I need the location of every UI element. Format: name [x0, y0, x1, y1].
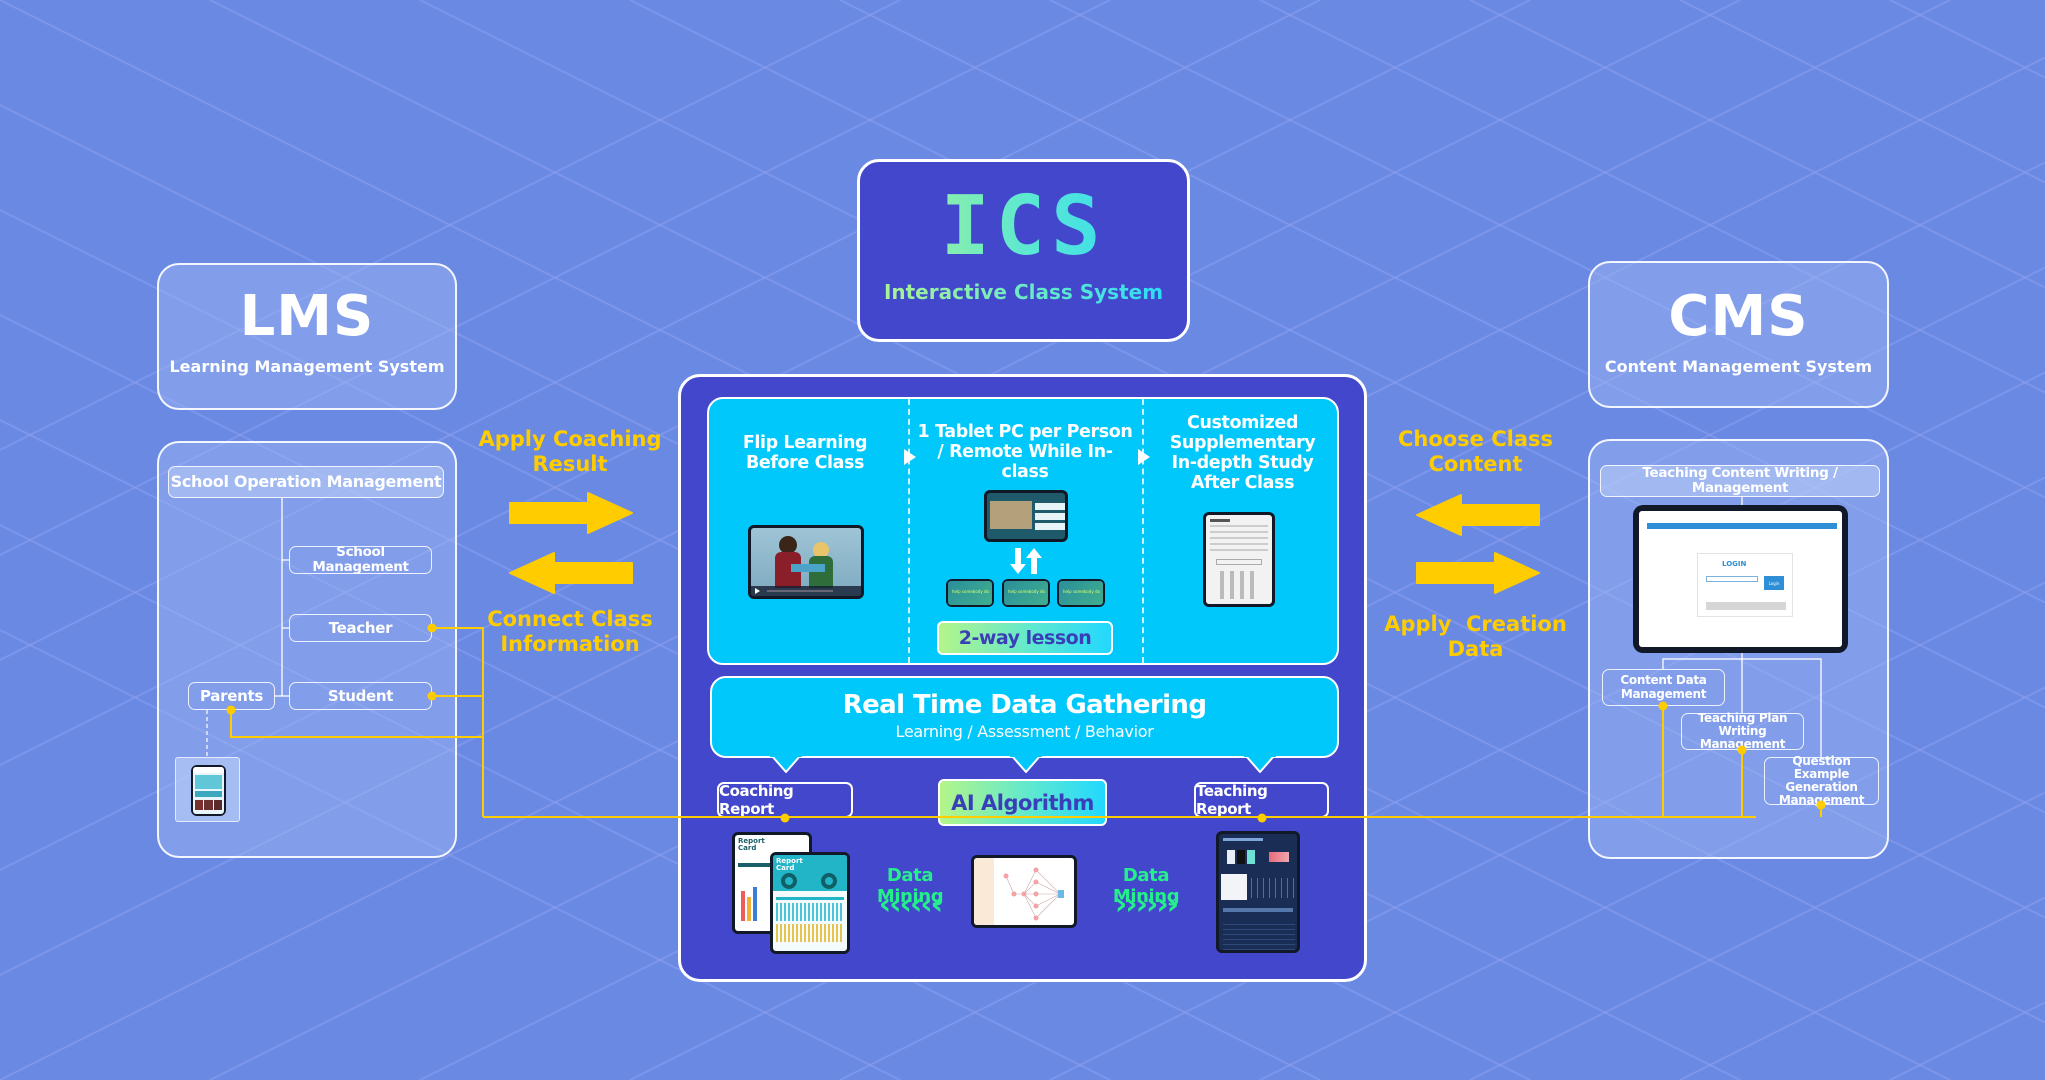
lms-node-student[interactable]: Student: [289, 682, 432, 710]
report-card-tablet-front[interactable]: Report Card: [770, 852, 850, 954]
coaching-report-tag[interactable]: Coaching Report: [717, 782, 853, 818]
student-tablet-3-prompt: help somebody do: [1063, 589, 1100, 594]
arrow-left-to-ics-icon: [1416, 494, 1540, 536]
data-gathering-subtitle: Learning / Assessment / Behavior: [895, 722, 1154, 741]
cms-login-screen-tablet[interactable]: LOGIN Login: [1633, 505, 1848, 653]
stage-after-class-study: Customized Supplementary In-depth Study …: [1169, 413, 1316, 494]
lms-node-parents[interactable]: Parents: [188, 682, 275, 710]
arrow-right-to-ics-icon: [509, 492, 633, 534]
flow-label-choose-class-content: Choose Class Content: [1397, 427, 1554, 477]
stage-divider-2: [1142, 399, 1144, 663]
login-id-input[interactable]: [1706, 576, 1758, 582]
arrow-left-to-lms-icon: [509, 552, 633, 594]
ics-subtitle: Interactive Class System: [860, 280, 1187, 304]
lms-header-box: LMS Learning Management System: [157, 263, 457, 410]
data-mining-chevrons-left-icon: ‹‹‹‹‹‹: [878, 887, 943, 922]
student-tablet-1-prompt: help somebody do: [952, 589, 989, 594]
stage-divider-1: [908, 399, 910, 663]
lms-node-school-operation-management[interactable]: School Operation Management: [168, 466, 444, 498]
cms-subtitle: Content Management System: [1604, 357, 1873, 376]
stage-flip-learning: Flip Learning Before Class: [742, 433, 868, 474]
flip-learning-video-tablet[interactable]: [748, 525, 864, 599]
cms-node-question-example-generation[interactable]: Question Example Generation Management: [1764, 754, 1879, 807]
lms-node-teacher[interactable]: Teacher: [289, 614, 432, 642]
cms-node-teaching-content-writing[interactable]: Teaching Content Writing / Management: [1600, 465, 1880, 497]
login-submit-button[interactable]: Login: [1764, 576, 1784, 590]
cms-title: CMS: [1668, 284, 1809, 349]
lms-node-school-management[interactable]: School Management: [289, 545, 432, 574]
student-tablet-3: help somebody do: [1057, 579, 1105, 607]
ai-algorithm-badge: AI Algorithm: [938, 779, 1107, 826]
video-controls-bar[interactable]: [751, 586, 861, 596]
bubble-tails: [770, 754, 1276, 773]
student-tablet-2-prompt: help somebody do: [1008, 589, 1045, 594]
parents-phone-device: [191, 765, 226, 816]
report-card-front-title: Report Card: [776, 857, 803, 872]
ics-header-box: ICS Interactive Class System: [857, 159, 1190, 342]
login-heading: LOGIN: [1722, 560, 1747, 568]
ics-title: ICS: [860, 186, 1187, 268]
parents-app-thumbnail[interactable]: [175, 757, 240, 822]
teacher-tablet-device: [984, 490, 1068, 542]
data-gathering-title: Real Time Data Gathering: [842, 690, 1207, 720]
grid-line: [1889, 1001, 2045, 1080]
flow-label-apply-creation-data: Apply Creation Data: [1384, 612, 1575, 662]
worksheet-tablet[interactable]: [1203, 512, 1275, 607]
video-progress-track[interactable]: [767, 590, 833, 592]
lms-subtitle: Learning Management System: [169, 357, 445, 376]
student-tablet-2: help somebody do: [1002, 579, 1050, 607]
video-play-icon[interactable]: [755, 588, 760, 594]
teaching-report-tag[interactable]: Teaching Report: [1194, 782, 1329, 818]
data-mining-chevrons-right-icon: ››››››: [1114, 887, 1179, 922]
stage-tablet-in-class: 1 Tablet PC per Person / Remote While In…: [917, 422, 1133, 483]
flow-label-connect-class-information: Connect Class Information: [487, 607, 653, 657]
login-form-card: LOGIN Login: [1697, 553, 1793, 617]
stage-arrow-2-icon: [1138, 449, 1150, 465]
teaching-dashboard-tablet[interactable]: [1216, 831, 1300, 953]
lms-title: LMS: [239, 284, 375, 349]
student-tablet-1: help somebody do: [946, 579, 994, 607]
cms-node-teaching-plan-writing[interactable]: Teaching Plan Writing Management: [1681, 711, 1804, 751]
flow-label-apply-coaching-result: Apply Coaching Result: [478, 427, 662, 477]
two-way-sync-arrows-icon: [1010, 548, 1042, 574]
cms-node-content-data-management[interactable]: Content Data Management: [1602, 669, 1725, 706]
grid-line: [1889, 0, 2045, 79]
real-time-data-gathering-box: Real Time Data Gathering Learning / Asse…: [710, 676, 1339, 758]
two-way-lesson-badge: 2-way lesson: [937, 621, 1113, 655]
report-card-back-title: Report Card: [738, 837, 765, 852]
arrow-right-to-cms-icon: [1416, 552, 1540, 594]
ai-network-tablet[interactable]: [971, 855, 1077, 928]
cms-header-box: CMS Content Management System: [1588, 261, 1889, 408]
